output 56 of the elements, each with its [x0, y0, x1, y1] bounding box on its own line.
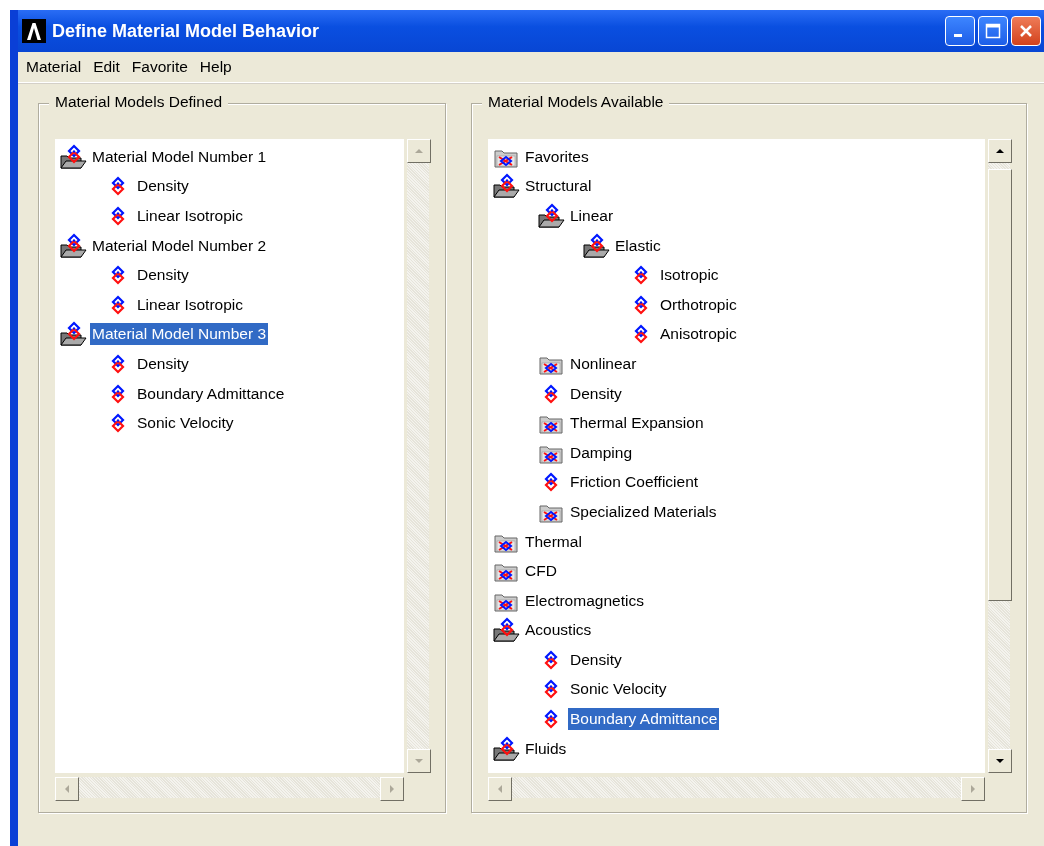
tree-item[interactable]: Density: [568, 382, 624, 405]
tree-item[interactable]: Linear Isotropic: [135, 293, 245, 316]
tree-item[interactable]: Thermal: [523, 530, 584, 553]
maximize-icon: [985, 23, 1001, 39]
maximize-button[interactable]: [978, 16, 1008, 46]
scroll-left-button[interactable]: [488, 777, 512, 801]
scroll-down-button[interactable]: [988, 749, 1012, 773]
menu-item[interactable]: Favorite: [127, 58, 196, 76]
horizontal-scrollbar[interactable]: [55, 777, 404, 798]
menu-item[interactable]: Edit: [89, 58, 128, 76]
scroll-up-button[interactable]: [988, 139, 1012, 163]
tree-item[interactable]: Linear Isotropic: [135, 205, 245, 227]
tree-item[interactable]: Favorites: [523, 145, 591, 168]
tree-item[interactable]: Structural: [523, 175, 594, 198]
tree-item[interactable]: Isotropic: [658, 264, 721, 287]
tree-item[interactable]: Density: [135, 264, 191, 287]
scroll-right-button[interactable]: [380, 777, 404, 801]
close-button[interactable]: [1011, 16, 1041, 46]
horizontal-scrollbar[interactable]: [488, 777, 985, 798]
scroll-thumb[interactable]: [988, 169, 1012, 601]
tree-item[interactable]: Elastic: [613, 234, 663, 257]
scroll-right-button[interactable]: [961, 777, 985, 801]
tree-item[interactable]: Linear: [568, 205, 616, 227]
minimize-button[interactable]: [945, 16, 975, 46]
tree-item[interactable]: Boundary Admittance: [135, 382, 287, 405]
scroll-left-button[interactable]: [55, 777, 79, 801]
tree-item[interactable]: Material Model Number 2: [90, 234, 268, 257]
tree-item[interactable]: Nonlinear: [568, 352, 639, 375]
tree-item[interactable]: Material Model Number 1: [90, 145, 268, 168]
logo-icon: [22, 19, 46, 43]
vertical-scrollbar[interactable]: [988, 139, 1010, 773]
menu-item[interactable]: Material: [22, 58, 90, 76]
tree-item[interactable]: Anisotropic: [658, 323, 739, 346]
tree-item[interactable]: Sonic Velocity: [568, 678, 669, 701]
window-title: Define Material Model Behavior: [52, 20, 321, 42]
tree-item[interactable]: Specialized Materials: [568, 500, 719, 523]
tree-item[interactable]: Electromagnetics: [523, 589, 646, 612]
close-icon: [1018, 23, 1034, 39]
tree-item[interactable]: Material Model Number 3: [90, 323, 268, 346]
tree-item[interactable]: Density: [135, 352, 191, 375]
tree-item[interactable]: Friction Coefficient: [568, 471, 701, 494]
scroll-down-button[interactable]: [407, 749, 431, 773]
minimize-icon: [954, 34, 962, 37]
vertical-scrollbar[interactable]: [407, 139, 429, 773]
tree-item[interactable]: Thermal Expansion: [568, 412, 706, 435]
scroll-up-button[interactable]: [407, 139, 431, 163]
tree-item[interactable]: Density: [568, 648, 624, 671]
tree-item[interactable]: CFD: [523, 560, 559, 583]
tree-item[interactable]: Orthotropic: [658, 293, 739, 316]
tree-item[interactable]: Boundary Admittance: [568, 708, 720, 731]
tree-item[interactable]: Fluids: [523, 737, 569, 760]
tree-item[interactable]: Acoustics: [523, 619, 594, 642]
menu-item[interactable]: Help: [195, 58, 240, 76]
tree-item[interactable]: Damping: [568, 441, 635, 464]
tree-item[interactable]: Sonic Velocity: [135, 412, 236, 435]
tree-item[interactable]: Density: [135, 175, 191, 198]
